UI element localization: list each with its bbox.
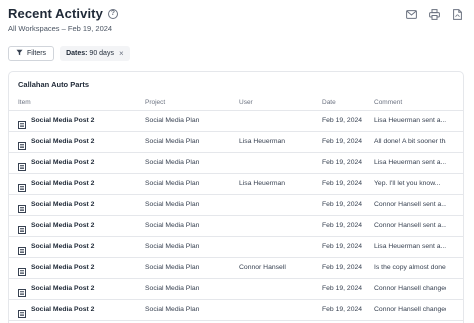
date-filter-chip[interactable]: Dates: 90 days × (60, 46, 130, 61)
document-icon (18, 200, 26, 213)
date-cell: Feb 19, 2024 (322, 222, 363, 229)
user-name: Lisa Heuerman (239, 180, 286, 187)
table-header: Item Project User Date Comment (9, 94, 463, 111)
table-row[interactable]: Social Media Post 2 Social Media Plan Lisa… (9, 174, 463, 195)
column-header-comment[interactable]: Comment (374, 99, 402, 106)
project-link[interactable]: Social Media Plan (145, 285, 235, 292)
comment-cell: Connor Hansell sent a... (374, 201, 446, 208)
date-cell: Feb 19, 2024 (322, 159, 363, 166)
print-icon[interactable] (428, 8, 441, 21)
date-cell: Feb 19, 2024 (322, 201, 363, 208)
panel-title: Callahan Auto Parts (18, 80, 89, 89)
column-header-item[interactable]: Item (18, 99, 31, 106)
comment-cell: Connor Hansell sent a... (374, 222, 446, 229)
item-link[interactable]: Social Media Post 2 (31, 264, 141, 271)
table-row[interactable]: Social Media Post 2 Social Media Plan Feb … (9, 195, 463, 216)
page-header: Recent Activity ? All Workspaces – Feb 1… (8, 6, 118, 33)
table-row[interactable]: Social Media Post 2 Social Media Plan Feb … (9, 300, 463, 321)
document-icon (18, 221, 26, 234)
project-link[interactable]: Social Media Plan (145, 264, 235, 271)
date-cell: Feb 19, 2024 (322, 243, 363, 250)
document-icon (18, 158, 26, 171)
date-cell: Feb 19, 2024 (322, 180, 363, 187)
project-link[interactable]: Social Media Plan (145, 180, 235, 187)
project-link[interactable]: Social Media Plan (145, 222, 235, 229)
document-icon (18, 284, 26, 297)
date-cell: Feb 19, 2024 (322, 306, 363, 313)
title-row: Recent Activity ? (8, 6, 118, 21)
document-icon (18, 242, 26, 255)
date-cell: Feb 19, 2024 (322, 264, 363, 271)
project-link[interactable]: Social Media Plan (145, 117, 235, 124)
pdf-icon[interactable] (451, 8, 464, 21)
table-row[interactable]: Social Media Post 2 Social Media Plan Lisa… (9, 132, 463, 153)
date-cell: Feb 19, 2024 (322, 138, 363, 145)
page-subtitle: All Workspaces – Feb 19, 2024 (8, 24, 113, 33)
chip-key: Dates: (66, 50, 88, 57)
comment-cell: Lisa Heuerman sent a... (374, 243, 446, 250)
project-link[interactable]: Social Media Plan (145, 138, 235, 145)
item-link[interactable]: Social Media Post 2 (31, 117, 141, 124)
document-icon (18, 137, 26, 150)
filters-button[interactable]: Filters (8, 46, 55, 61)
table-row[interactable]: Social Media Post 2 Social Media Plan Feb … (9, 237, 463, 258)
comment-cell: Yep. I'll let you know... (374, 180, 441, 187)
header-actions (405, 8, 464, 21)
comment-cell: Connor Hansell changed... (374, 306, 446, 313)
document-icon (18, 263, 26, 276)
table-row[interactable]: Social Media Post 2 Social Media Plan Feb … (9, 111, 463, 132)
item-link[interactable]: Social Media Post 2 (31, 243, 141, 250)
date-cell: Feb 19, 2024 (322, 285, 363, 292)
filters-bar: Filters Dates: 90 days × (8, 46, 130, 61)
item-link[interactable]: Social Media Post 2 (31, 201, 141, 208)
comment-cell: Is the copy almost done? (374, 264, 446, 271)
table-row[interactable]: Social Media Post 2 Social Media Plan Feb … (9, 279, 463, 300)
table-row[interactable]: Social Media Post 2 Social Media Plan Conn… (9, 258, 463, 279)
mail-icon[interactable] (405, 8, 418, 21)
date-cell: Feb 19, 2024 (322, 117, 363, 124)
project-link[interactable]: Social Media Plan (145, 243, 235, 250)
item-link[interactable]: Social Media Post 2 (31, 306, 141, 313)
column-header-project[interactable]: Project (145, 99, 165, 106)
project-link[interactable]: Social Media Plan (145, 201, 235, 208)
chip-value: 90 days (89, 50, 114, 57)
page-title: Recent Activity (8, 6, 103, 21)
item-link[interactable]: Social Media Post 2 (31, 222, 141, 229)
item-link[interactable]: Social Media Post 2 (31, 159, 141, 166)
filter-icon (16, 49, 23, 58)
project-link[interactable]: Social Media Plan (145, 159, 235, 166)
comment-cell: Lisa Heuerman sent a... (374, 159, 446, 166)
filters-label: Filters (27, 50, 47, 57)
comment-cell: All done! A bit sooner tha... (374, 138, 446, 145)
close-icon[interactable]: × (119, 49, 124, 58)
document-icon (18, 305, 26, 318)
document-icon (18, 179, 26, 192)
activity-panel: Callahan Auto Parts Item Project User Da… (8, 71, 464, 323)
document-icon (18, 116, 26, 129)
column-header-user[interactable]: User (239, 99, 253, 106)
comment-cell: Lisa Heuerman sent a... (374, 117, 446, 124)
user-name: Connor Hansell (239, 264, 286, 271)
item-link[interactable]: Social Media Post 2 (31, 285, 141, 292)
project-link[interactable]: Social Media Plan (145, 306, 235, 313)
table-row[interactable]: Social Media Post 2 Social Media Plan Feb … (9, 216, 463, 237)
item-link[interactable]: Social Media Post 2 (31, 180, 141, 187)
user-name: Lisa Heuerman (239, 138, 286, 145)
item-link[interactable]: Social Media Post 2 (31, 138, 141, 145)
table-row[interactable]: Social Media Post 2 Social Media Plan Feb … (9, 153, 463, 174)
column-header-date[interactable]: Date (322, 99, 336, 106)
help-icon[interactable]: ? (107, 8, 118, 19)
comment-cell: Connor Hansell changed... (374, 285, 446, 292)
